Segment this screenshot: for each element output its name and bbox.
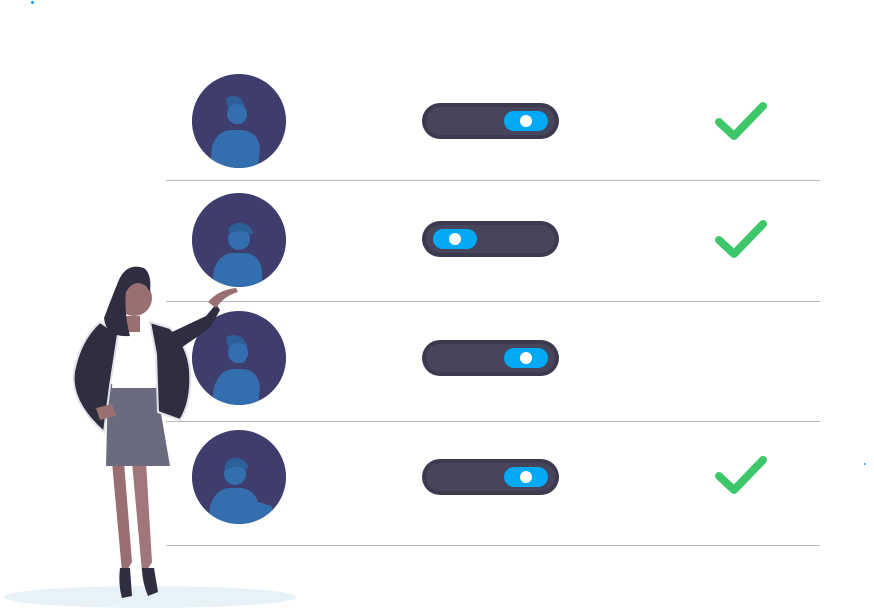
checkmark-icon	[715, 220, 767, 258]
woman-presenting-icon	[72, 266, 238, 598]
toggle-knob	[504, 111, 548, 131]
toggle-knob	[504, 348, 548, 368]
female-user-icon	[192, 74, 286, 168]
toggle-knob	[433, 229, 477, 249]
toggle-switch[interactable]	[422, 103, 559, 139]
toggle-switch[interactable]	[422, 459, 559, 495]
decor-dot	[864, 463, 866, 465]
divider	[166, 180, 820, 181]
checkmark-icon	[715, 102, 767, 140]
divider	[166, 545, 820, 546]
toggle-switch[interactable]	[422, 340, 559, 376]
divider	[166, 421, 820, 422]
divider	[166, 301, 820, 302]
toggle-knob	[504, 467, 548, 487]
toggle-switch[interactable]	[422, 221, 559, 257]
user-toggle-illustration	[0, 0, 874, 609]
checkmark-icon	[715, 456, 767, 494]
avatar	[192, 74, 286, 168]
decor-dot	[31, 1, 34, 4]
